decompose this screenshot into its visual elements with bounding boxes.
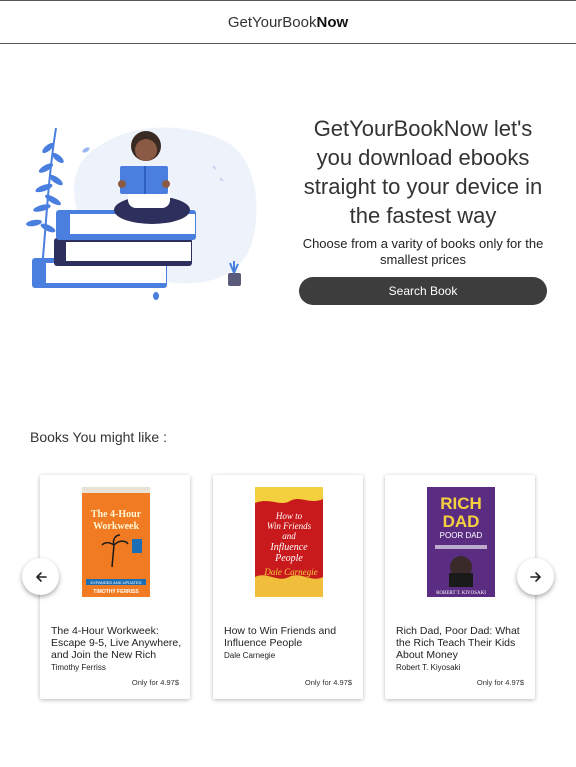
brand-light: GetYourBook: [227, 13, 317, 31]
cover-author: TIMOTHY FERRISS: [93, 589, 139, 595]
book-author: Timothy Ferriss: [51, 663, 106, 672]
cover-title-line-1: RICH: [440, 494, 482, 513]
cover-title-line-3: and: [282, 531, 296, 541]
reading-woman-illustration: [26, 127, 257, 300]
hero-subtitle: Choose from a varity of books only for t…: [302, 236, 544, 267]
cover-author: Dale Carnegie: [263, 567, 317, 577]
cover-author: ROBERT T. KIYOSAKI: [436, 591, 486, 596]
book-price: Only for 4.97$: [304, 678, 352, 687]
brand-logo[interactable]: GetYourBookNow: [228, 14, 348, 31]
book-card[interactable]: How to Win Friends and Influence People …: [213, 475, 363, 699]
book-title: The 4-Hour Workweek: Escape 9-5, Live An…: [51, 625, 182, 661]
cover-title-line-2: DAD: [443, 512, 480, 531]
book-cover-rich-dad-poor-dad: RICH DAD POOR DAD ROBERT T. KIYOSAKI: [427, 487, 495, 597]
hero-title: GetYourBookNow let's you download ebooks…: [303, 116, 543, 228]
cover-title-line-5: People: [274, 553, 303, 564]
cover-title-line-1: The 4-Hour: [91, 509, 142, 520]
arrow-right-icon: [529, 571, 541, 582]
book-cover-how-to-win-friends: How to Win Friends and Influence People …: [255, 487, 323, 597]
book-title: Rich Dad, Poor Dad: What the Rich Teach …: [396, 625, 520, 661]
section-heading: Books You might like :: [30, 429, 167, 445]
brand-bold: Now: [316, 13, 349, 31]
book-card[interactable]: RICH DAD POOR DAD ROBERT T. KIYOSAKI Ric…: [385, 475, 535, 699]
book-price: Only for 4.97$: [476, 678, 524, 687]
book-price: Only for 4.97$: [131, 678, 179, 687]
cover-title-line-2: Workweek: [93, 521, 140, 532]
book-author: Robert T. Kiyosaki: [396, 663, 461, 672]
cover-title-line-2: Win Friends: [267, 521, 312, 531]
book-cover-4-hour-workweek: The 4-Hour Workweek EXPANDED AND UPDATED…: [82, 487, 150, 597]
arrow-left-icon: [35, 571, 47, 582]
book-author: Dale Carnegie: [224, 651, 276, 660]
cover-title-line-3: POOR DAD: [440, 531, 483, 540]
carousel-next-button[interactable]: [517, 558, 554, 595]
hero-text: GetYourBookNow let's you download ebooks…: [298, 114, 548, 268]
cover-title-line-4: Influence: [269, 542, 308, 553]
book-card[interactable]: The 4-Hour Workweek EXPANDED AND UPDATED…: [40, 475, 190, 699]
book-title: How to Win Friends and Influence People: [224, 625, 337, 649]
cover-title-line-1: How to: [275, 511, 303, 521]
navbar: GetYourBookNow: [0, 0, 576, 44]
cover-tagline: EXPANDED AND UPDATED: [91, 580, 142, 585]
carousel-prev-button[interactable]: [22, 558, 59, 595]
search-book-button[interactable]: Search Book: [299, 277, 547, 305]
